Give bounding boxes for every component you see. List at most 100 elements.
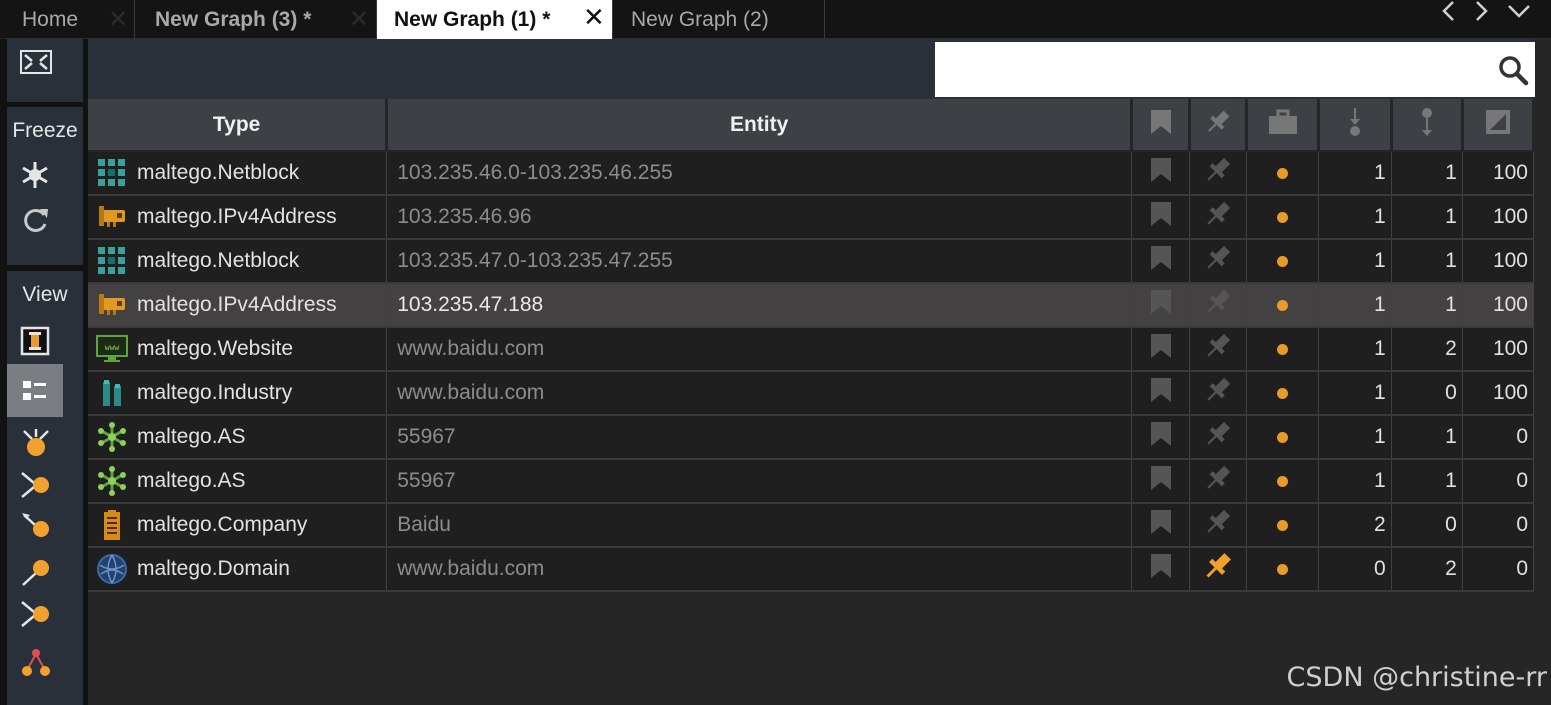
column-header-outgoing[interactable]: [1391, 99, 1464, 152]
table-row[interactable]: maltego.IPv4Address 103.235.46.96 1 1 100: [88, 195, 1535, 240]
tab-home[interactable]: Home ✕: [0, 0, 135, 39]
entity-value[interactable]: www.baidu.com: [386, 547, 1133, 592]
pin-icon[interactable]: [1203, 465, 1233, 498]
outgoing-count: 0: [1391, 503, 1463, 548]
column-header-bookmark[interactable]: [1131, 99, 1192, 152]
table-row[interactable]: maltego.Industry www.baidu.com 1 0 100: [88, 371, 1535, 416]
entity-view-icon[interactable]: [19, 325, 51, 357]
fit-view-icon[interactable]: [19, 49, 53, 75]
bookmark-icon[interactable]: [1150, 290, 1172, 320]
pin-icon[interactable]: [1203, 157, 1233, 190]
weight-icon: [1485, 109, 1510, 134]
entity-value[interactable]: 103.235.46.0-103.235.46.255: [386, 151, 1133, 196]
pin-cell[interactable]: [1189, 239, 1248, 284]
status-dot: [1277, 476, 1289, 487]
tab-new-graph-1[interactable]: New Graph (1) * ✕: [377, 0, 613, 39]
bookmark-cell[interactable]: [1131, 195, 1191, 240]
bookmark-cell[interactable]: [1131, 459, 1191, 504]
pin-cell[interactable]: [1189, 459, 1248, 504]
search-box[interactable]: [935, 42, 1535, 97]
pin-cell[interactable]: [1189, 547, 1248, 592]
table-row[interactable]: maltego.Company Baidu 2 0 0: [88, 503, 1535, 548]
pin-cell[interactable]: [1189, 195, 1248, 240]
entity-value[interactable]: 55967: [386, 415, 1133, 460]
bookmark-cell[interactable]: [1131, 239, 1191, 284]
bookmark-cell[interactable]: [1131, 283, 1191, 328]
bookmark-icon[interactable]: [1150, 422, 1172, 452]
table-row[interactable]: maltego.AS 55967 1 1 0: [88, 459, 1535, 504]
bubble-view-icon[interactable]: [19, 426, 53, 460]
pin-icon[interactable]: [1203, 201, 1233, 234]
pin-cell[interactable]: [1189, 371, 1248, 416]
close-icon[interactable]: ✕: [108, 5, 128, 34]
pin-cell[interactable]: [1189, 415, 1248, 460]
table-row[interactable]: maltego.AS 55967 1 1 0: [88, 415, 1535, 460]
entity-value[interactable]: www.baidu.com: [386, 327, 1133, 372]
table-row[interactable]: maltego.Netblock 103.235.46.0-103.235.46.…: [88, 151, 1535, 196]
pin-icon[interactable]: [1202, 553, 1234, 587]
bookmark-cell[interactable]: [1131, 327, 1191, 372]
link-both-icon[interactable]: [19, 597, 53, 631]
tab-new-graph-3[interactable]: New Graph (3) * ✕: [137, 0, 377, 39]
entity-value[interactable]: 103.235.47.0-103.235.47.255: [386, 239, 1133, 284]
chevron-right-icon[interactable]: [1470, 0, 1492, 22]
table-row[interactable]: maltego.Netblock 103.235.47.0-103.235.47.…: [88, 239, 1535, 284]
bookmark-icon[interactable]: [1150, 158, 1172, 188]
pin-cell[interactable]: [1189, 151, 1248, 196]
incoming-icon: [1350, 107, 1361, 136]
bookmark-cell[interactable]: [1131, 547, 1191, 592]
pin-icon[interactable]: [1203, 333, 1233, 366]
bookmark-cell[interactable]: [1131, 371, 1191, 416]
link-end-icon[interactable]: [19, 555, 53, 589]
entity-value[interactable]: www.baidu.com: [386, 371, 1133, 416]
bookmark-icon[interactable]: [1150, 554, 1172, 584]
entity-value[interactable]: 55967: [386, 459, 1133, 504]
hierarchy-icon[interactable]: [19, 645, 53, 679]
pin-icon[interactable]: [1203, 245, 1233, 278]
entity-table: Type Entity maltego.Netblock 103.235.46.…: [88, 99, 1536, 592]
outgoing-links-icon[interactable]: [19, 508, 53, 542]
freeze-snowflake-icon[interactable]: [19, 159, 51, 191]
bookmark-icon[interactable]: [1150, 246, 1172, 276]
bookmark-icon[interactable]: [1150, 378, 1172, 408]
status-dot: [1277, 212, 1289, 223]
tab-new-graph-2[interactable]: New Graph (2): [613, 0, 825, 39]
refresh-icon[interactable]: [19, 204, 51, 236]
entity-value[interactable]: 103.235.46.96: [386, 195, 1133, 240]
bookmark-icon[interactable]: [1150, 466, 1172, 496]
search-icon[interactable]: [1497, 54, 1529, 86]
status-cell: [1246, 415, 1320, 460]
close-icon[interactable]: ✕: [583, 2, 605, 33]
column-header-incoming[interactable]: [1318, 99, 1393, 152]
column-header-briefcase[interactable]: [1246, 99, 1321, 152]
bookmark-cell[interactable]: [1131, 503, 1191, 548]
bookmark-icon[interactable]: [1150, 334, 1172, 364]
list-view-icon[interactable]: [7, 364, 63, 417]
pin-icon[interactable]: [1203, 289, 1233, 322]
table-row[interactable]: maltego.IPv4Address 103.235.47.188 1 1 100: [88, 283, 1535, 328]
bookmark-cell[interactable]: [1131, 415, 1191, 460]
pin-cell[interactable]: [1189, 327, 1248, 372]
column-header-pin[interactable]: [1189, 99, 1249, 152]
entity-value[interactable]: 103.235.47.188: [386, 283, 1133, 328]
bookmark-icon[interactable]: [1150, 510, 1172, 540]
table-row[interactable]: www maltego.Website www.baidu.com 1 2 100: [88, 327, 1535, 372]
chevron-down-icon[interactable]: [1506, 0, 1532, 22]
search-input[interactable]: [935, 42, 1485, 97]
status-cell: [1246, 195, 1320, 240]
pin-icon[interactable]: [1203, 421, 1233, 454]
chevron-left-icon[interactable]: [1438, 0, 1460, 22]
bookmark-icon[interactable]: [1150, 202, 1172, 232]
pin-cell[interactable]: [1189, 283, 1248, 328]
close-icon[interactable]: ✕: [349, 5, 369, 34]
pin-cell[interactable]: [1189, 503, 1248, 548]
column-header-weight[interactable]: [1462, 99, 1536, 152]
incoming-links-icon[interactable]: [19, 468, 53, 502]
column-header-type[interactable]: Type: [88, 99, 389, 152]
entity-value[interactable]: Baidu: [386, 503, 1133, 548]
pin-icon[interactable]: [1203, 509, 1233, 542]
table-row[interactable]: maltego.Domain www.baidu.com 0 2 0: [88, 547, 1535, 592]
column-header-entity[interactable]: Entity: [386, 99, 1134, 152]
bookmark-cell[interactable]: [1131, 151, 1191, 196]
pin-icon[interactable]: [1203, 377, 1233, 410]
